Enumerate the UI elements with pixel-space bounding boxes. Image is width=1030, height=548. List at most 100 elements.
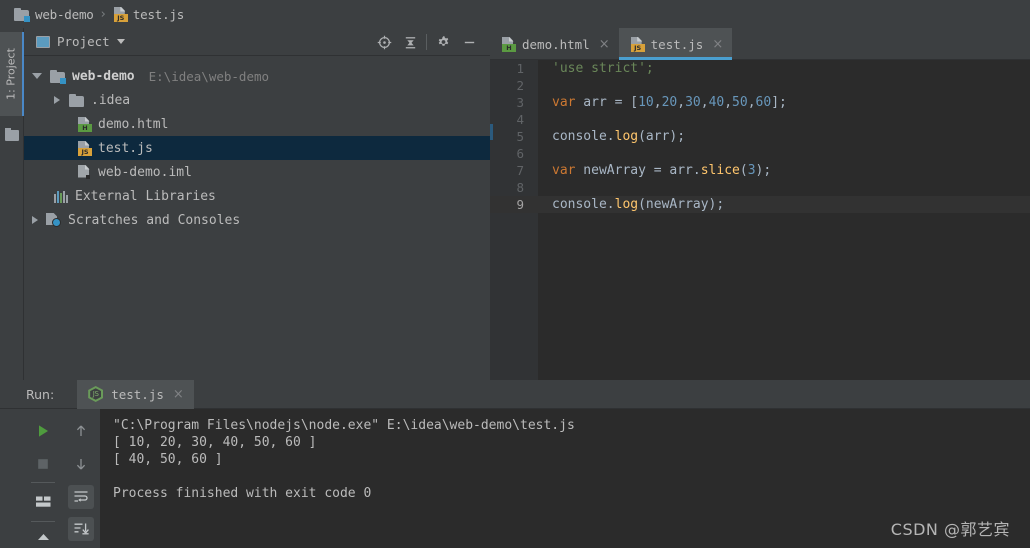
js-file-icon: JS [77,140,92,156]
code-token: ); [755,163,772,178]
code-token: (arr); [638,129,686,144]
line-number: 6 [516,146,524,161]
code-line[interactable]: 1 'use strict'; [490,60,1030,77]
folder-icon [69,93,84,107]
code-token: 3 [747,163,756,178]
code-line[interactable]: 3 var arr = [10,20,30,40,50,60]; [490,94,1030,111]
line-number: 3 [516,95,524,110]
code-editor[interactable]: 1'use strict'; 2 3 var arr = [10,20,30,40,5… [490,60,1030,380]
breadcrumb-separator: › [100,6,106,22]
stop-button[interactable] [33,454,53,474]
console-line: "C:\Program Files\nodejs\node.exe" E:\id… [113,418,575,433]
code-token: 10 [638,95,654,110]
scroll-to-end-button[interactable] [68,517,94,541]
tree-row-demo-html[interactable]: H demo.html [24,112,543,136]
code-line[interactable]: 2 [490,77,1030,94]
console-line: Process finished with exit code 0 [113,486,372,501]
toolbar-divider [31,482,55,483]
chevron-down-icon[interactable] [116,39,125,44]
gear-icon[interactable] [430,29,456,55]
project-panel-title: Project [57,34,110,49]
code-token: 60 [755,95,772,110]
tree-label: .idea [91,92,131,108]
code-token: , [747,95,756,110]
tree-row-web-demo-iml[interactable]: web-demo.iml [24,160,543,184]
tree-row-external-libraries[interactable]: External Libraries [24,184,520,208]
code-token: 40 [708,95,725,110]
breadcrumb-item-project[interactable]: web-demo [14,0,94,28]
breadcrumb-item-file[interactable]: JS test.js [113,0,184,28]
run-console-output[interactable]: "C:\Program Files\nodejs\node.exe" E:\id… [100,409,1030,548]
run-tab-test-js[interactable]: JS test.js × [77,379,194,409]
chevron-right-icon[interactable] [54,96,60,104]
code-token: console. [552,197,615,212]
folder-icon[interactable] [5,128,19,141]
close-icon[interactable]: × [599,38,610,51]
code-token: slice [700,163,740,178]
line-number: 2 [516,78,524,93]
folder-icon [14,7,30,22]
libraries-icon [54,190,68,203]
up-stacktrace-button[interactable] [71,421,91,441]
code-token: arr = [ [575,95,639,110]
editor-tab-bar: H demo.html × JS test.js × [490,28,1030,60]
editor-tab-demo-html[interactable]: H demo.html × [490,28,619,60]
tree-label: test.js [98,140,153,156]
project-panel-header: Project [24,28,490,56]
code-line[interactable]: 6 [490,145,1030,162]
code-token: 20 [661,95,678,110]
project-panel-actions [371,28,482,56]
chevron-right-icon[interactable] [32,216,38,224]
code-line[interactable]: 4 [490,111,1030,128]
run-panel-toolbar [24,409,100,548]
line-number: 4 [516,112,524,127]
rerun-button[interactable] [33,421,53,441]
tree-label: web-demo [72,68,135,84]
tree-label: web-demo.iml [98,164,192,180]
project-panel-title-group[interactable]: Project [36,34,125,49]
code-line-text: console.log(newArray); [552,196,724,213]
tree-row-scratches-and-consoles[interactable]: Scratches and Consoles [24,208,498,232]
run-tool-window: Run: JS test.js × "C:\Program Files\node… [0,379,1030,548]
project-tree: web-demo E:\idea\web-demo .idea H demo.h… [24,56,543,380]
code-token: 'use strict'; [552,61,654,76]
scratches-icon [46,213,61,227]
code-token: , [700,95,709,110]
project-window-icon [36,35,50,48]
module-folder-icon [50,69,66,84]
chevron-down-icon[interactable] [32,73,42,79]
code-token: newArray = arr. [575,163,701,178]
run-panel-body: "C:\Program Files\nodejs\node.exe" E:\id… [0,409,1030,548]
code-token: 50 [732,95,748,110]
close-icon[interactable]: × [712,38,723,51]
html-file-icon: H [501,36,516,52]
down-stacktrace-button[interactable] [71,454,91,474]
breadcrumb-project-label: web-demo [35,6,94,22]
console-line: [ 10, 20, 30, 40, 50, 60 ] [113,435,317,450]
code-line[interactable]: 7 var newArray = arr.slice(3); [490,162,1030,179]
tree-row-web-demo[interactable]: web-demo E:\idea\web-demo [24,64,498,88]
code-line[interactable]: 9 console.log(newArray); [490,196,1030,213]
ide-window: web-demo › JS test.js 1: Project Project [0,0,1030,548]
code-token: , [677,95,686,110]
project-tool-window: Project web-demo E:\idea\web-demo .idea … [24,28,543,380]
sidebar-item-project-tab[interactable]: 1: Project [0,32,24,116]
code-line[interactable]: 5 console.log(arr); [490,128,1030,145]
tree-row-idea[interactable]: .idea [24,88,520,112]
layout-button[interactable] [33,492,53,512]
locate-icon[interactable] [371,29,397,55]
tree-row-test-js[interactable]: JS test.js [24,136,543,160]
soft-wrap-button[interactable] [68,485,94,509]
run-toolbar-column-right [62,409,100,548]
pin-button[interactable] [33,529,53,548]
code-line[interactable]: 8 [490,179,1030,196]
collapse-all-icon[interactable] [397,29,423,55]
close-icon[interactable]: × [173,388,184,401]
project-tab-label: 1: Project [4,48,18,100]
minimize-icon[interactable] [456,29,482,55]
run-panel-label: Run: [26,386,55,402]
editor-tab-test-js[interactable]: JS test.js × [618,28,733,60]
code-token: ]; [771,95,787,110]
js-file-icon: JS [630,36,645,52]
line-number: 5 [516,129,524,144]
